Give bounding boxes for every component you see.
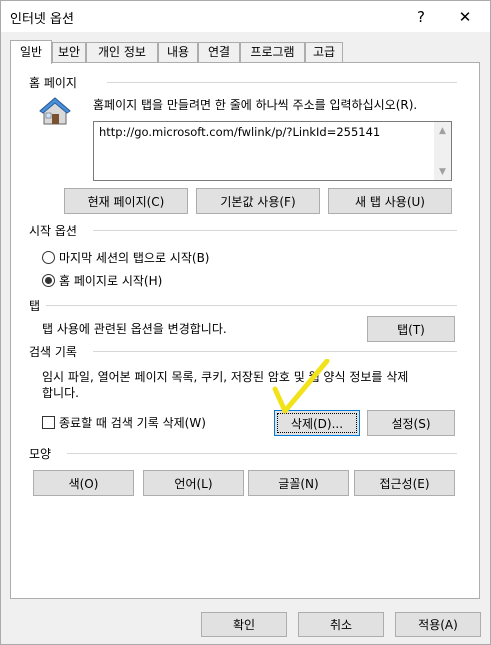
delete-on-exit-checkbox[interactable]: 종료할 때 검색 기록 삭제(W)	[42, 414, 206, 431]
separator	[93, 230, 457, 231]
start-last-session-radio[interactable]: 마지막 세션의 탭으로 시작(B)	[42, 249, 209, 266]
tab-privacy[interactable]: 개인 정보	[86, 42, 158, 63]
tab-connections[interactable]: 연결	[198, 42, 240, 63]
tab-content[interactable]: 내용	[158, 42, 198, 63]
use-current-button[interactable]: 현재 페이지(C)	[64, 188, 188, 214]
tabs-section-label: 탭	[29, 297, 47, 314]
separator	[93, 351, 457, 352]
delete-on-exit-label: 종료할 때 검색 기록 삭제(W)	[59, 416, 206, 430]
general-tab-panel: 홈 페이지 홈페이지 탭을 만들려면 한 줄에 하나씩 주소를 입력하십시오(R…	[10, 62, 480, 599]
window-title: 인터넷 옵션	[10, 12, 74, 27]
tab-programs[interactable]: 프로그램	[240, 42, 305, 63]
languages-button[interactable]: 언어(L)	[143, 470, 244, 496]
checkmark-annotation-icon	[272, 359, 330, 414]
tab-strip: 일반 보안 개인 정보 내용 연결 프로그램 고급	[10, 40, 480, 64]
history-label: 검색 기록	[29, 343, 83, 360]
checkbox[interactable]	[42, 416, 55, 429]
house-icon	[39, 97, 71, 125]
internet-options-dialog: 인터넷 옵션 ? ✕ 일반 보안 개인 정보 내용 연결 프로그램 고급 홈 페…	[0, 0, 491, 645]
history-description-line2: 합니다.	[42, 386, 79, 400]
title-bar: 인터넷 옵션 ? ✕	[1, 1, 490, 32]
colors-button[interactable]: 색(O)	[33, 470, 134, 496]
ok-button[interactable]: 확인	[201, 612, 287, 637]
scroll-up-arrow-icon[interactable]: ▲	[434, 122, 451, 139]
separator	[41, 305, 457, 306]
close-button[interactable]: ✕	[443, 1, 487, 32]
tabs-settings-button[interactable]: 탭(T)	[367, 316, 455, 342]
startup-label: 시작 옵션	[29, 222, 83, 239]
home-page-url-textarea[interactable]: http://go.microsoft.com/fwlink/p/?LinkId…	[93, 121, 452, 181]
separator	[107, 82, 457, 83]
accessibility-button[interactable]: 접근성(E)	[354, 470, 455, 496]
apply-button[interactable]: 적용(A)	[395, 612, 481, 637]
start-home-page-label: 홈 페이지로 시작(H)	[59, 274, 163, 288]
tab-advanced[interactable]: 고급	[305, 42, 343, 63]
separator	[67, 453, 457, 454]
tab-security[interactable]: 보안	[52, 42, 86, 63]
home-page-label: 홈 페이지	[29, 74, 83, 91]
fonts-button[interactable]: 글꼴(N)	[248, 470, 349, 496]
use-new-tab-button[interactable]: 새 탭 사용(U)	[328, 188, 452, 214]
cancel-button[interactable]: 취소	[298, 612, 384, 637]
appearance-label: 모양	[29, 445, 58, 462]
start-last-session-label: 마지막 세션의 탭으로 시작(B)	[59, 251, 210, 265]
use-default-button[interactable]: 기본값 사용(F)	[196, 188, 320, 214]
start-home-page-radio[interactable]: 홈 페이지로 시작(H)	[42, 272, 162, 289]
radio-button[interactable]	[42, 251, 55, 264]
history-settings-button[interactable]: 설정(S)	[367, 410, 455, 436]
home-page-url: http://go.microsoft.com/fwlink/p/?LinkId…	[99, 125, 381, 139]
home-page-description: 홈페이지 탭을 만들려면 한 줄에 하나씩 주소를 입력하십시오(R).	[93, 98, 418, 112]
help-button[interactable]: ?	[399, 1, 443, 32]
tabs-description: 탭 사용에 관련된 옵션을 변경합니다.	[42, 322, 227, 336]
tab-general[interactable]: 일반	[10, 40, 52, 64]
scroll-down-arrow-icon[interactable]: ▼	[434, 163, 451, 180]
history-description-line1: 임시 파일, 열어본 페이지 목록, 쿠키, 저장된 암호 및 웹 양식 정보를…	[42, 370, 409, 384]
textarea-scrollbar[interactable]: ▲ ▼	[434, 122, 451, 180]
radio-button-checked[interactable]	[42, 274, 55, 287]
